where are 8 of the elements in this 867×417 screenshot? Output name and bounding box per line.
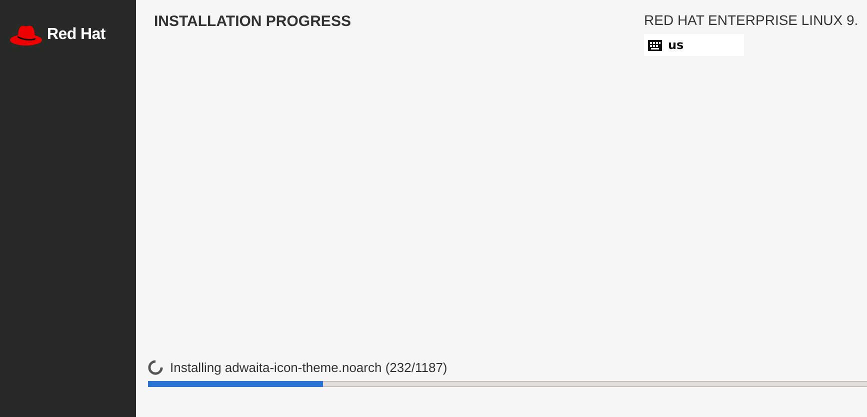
page-title: INSTALLATION PROGRESS: [154, 12, 351, 32]
product-name: RED HAT ENTERPRISE LINUX 9.: [644, 12, 860, 28]
keyboard-icon: [648, 40, 662, 50]
fedora-hat-logo-icon: [9, 23, 43, 47]
keyboard-layout-indicator[interactable]: us: [644, 34, 744, 56]
progress-message: Installing adwaita-icon-theme.noarch (232/1187): [170, 360, 448, 375]
spinner-icon: [148, 360, 163, 375]
logo-text: Red Hat: [47, 26, 106, 44]
